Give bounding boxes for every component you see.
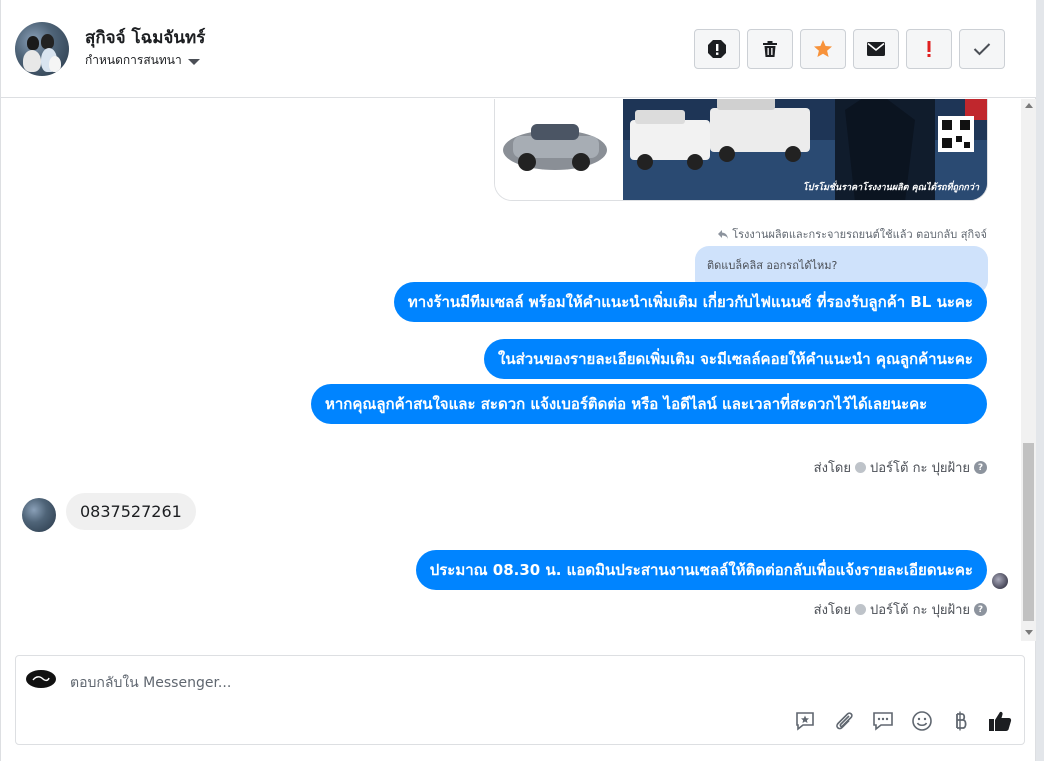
trash-icon (763, 41, 777, 57)
page-logo-icon (32, 676, 50, 682)
message-input[interactable]: ตอบกลับใน Messenger... (70, 672, 231, 694)
sent-by-prefix: ส่งโดย (813, 461, 851, 476)
chevron-down-icon (187, 58, 200, 65)
ad-caption: โปรโมชั่นราคาโรงงานผลิต คุณได้รถที่ถูกกว… (802, 183, 979, 193)
exclamation-icon (927, 41, 931, 57)
page-avatar (26, 670, 56, 688)
sent-by-name: ปอร์โต้ กะ ปุยฝ้าย (870, 461, 970, 476)
attach-button[interactable] (831, 708, 856, 733)
saved-reply-icon (795, 711, 814, 731)
star-button[interactable] (800, 29, 846, 69)
scroll-thumb[interactable] (1023, 443, 1034, 621)
emoji-button[interactable] (909, 708, 934, 733)
baht-icon (955, 711, 967, 730)
incoming-message[interactable]: 0837527261 (66, 493, 196, 530)
chat-scrollbar[interactable] (1021, 99, 1036, 641)
assign-conversation-dropdown[interactable]: กำหนดการสนทนา (85, 51, 200, 70)
sent-by-prefix: ส่งโดย (813, 603, 851, 618)
help-icon[interactable]: ? (974, 603, 987, 616)
alert-icon (708, 40, 726, 58)
check-icon (973, 43, 991, 56)
verified-icon (855, 604, 866, 615)
sent-by-line: ส่งโดย ปอร์โต้ กะ ปุยฝ้าย ? (814, 457, 987, 478)
reply-arrow-icon (718, 229, 729, 239)
verified-icon (855, 462, 866, 473)
reply-meta: โรงงานผลิตและกระจายรถยนต์ใช้แล้ว ตอบกลับ… (718, 225, 987, 243)
delete-button[interactable] (747, 29, 793, 69)
contact-name[interactable]: สุกิจจ์ โฉมจันทร์ (85, 24, 205, 51)
envelope-icon (867, 42, 885, 56)
ad-card[interactable]: โปรโมชั่นราคาโรงงานผลิต คุณได้รถที่ถูกกว… (494, 99, 988, 201)
payment-button[interactable] (948, 708, 973, 733)
reply-meta-text: โรงงานผลิตและกระจายรถยนต์ใช้แล้ว ตอบกลับ… (732, 228, 987, 241)
outgoing-message[interactable]: ในส่วนของรายละเอียดเพิ่มเติม จะมีเซลล์คอ… (484, 339, 987, 379)
saved-replies-button[interactable] (792, 708, 817, 733)
message-composer: ตอบกลับใน Messenger... (15, 655, 1025, 745)
composer-tools (792, 708, 1012, 733)
scroll-down-arrow-icon[interactable] (1025, 630, 1033, 635)
paperclip-icon (835, 711, 853, 729)
help-icon[interactable]: ? (974, 461, 987, 474)
smiley-icon (911, 710, 932, 731)
star-icon (814, 40, 832, 57)
contact-avatar[interactable] (15, 22, 69, 76)
seen-avatar (992, 573, 1008, 589)
outgoing-message[interactable]: หากคุณลูกค้าสนใจและ สะดวก แจ้งเบอร์ติดต่… (311, 384, 987, 424)
page-edge (1036, 0, 1044, 761)
scroll-up-arrow-icon[interactable] (1025, 103, 1033, 108)
quick-reply-button[interactable] (870, 708, 895, 733)
contact-avatar-small[interactable] (22, 498, 56, 532)
report-button[interactable] (694, 29, 740, 69)
conversation-actions (694, 29, 1005, 69)
follow-up-button[interactable] (906, 29, 952, 69)
done-button[interactable] (959, 29, 1005, 69)
outgoing-message[interactable]: ประมาณ 08.30 น. แอดมินประสานงานเซลล์ให้ต… (415, 550, 987, 590)
thumbs-up-icon (988, 711, 1011, 731)
assign-label: กำหนดการสนทนา (85, 53, 182, 67)
outgoing-message[interactable]: ทางร้านมีทีมเซลล์ พร้อมให้คำแนะนำเพิ่มเต… (393, 282, 987, 322)
mark-unread-button[interactable] (853, 29, 899, 69)
sent-by-name: ปอร์โต้ กะ ปุยฝ้าย (870, 603, 970, 618)
like-button[interactable] (987, 708, 1012, 733)
sent-by-line: ส่งโดย ปอร์โต้ กะ ปุยฝ้าย ? (814, 599, 987, 620)
chat-bubble-icon (872, 711, 893, 731)
messenger-window: สุกิจจ์ โฉมจันทร์ กำหนดการสนทนา โปรโมชั่… (0, 0, 1036, 761)
message-thread[interactable]: โปรโมชั่นราคาโรงงานผลิต คุณได้รถที่ถูกกว… (1, 99, 1021, 641)
conversation-header: สุกิจจ์ โฉมจันทร์ กำหนดการสนทนา (1, 0, 1036, 98)
